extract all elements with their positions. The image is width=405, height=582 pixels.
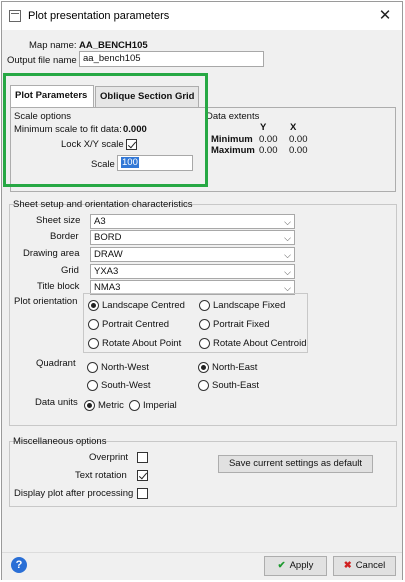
radio-imperial[interactable]: [129, 400, 140, 411]
title-bar: Plot presentation parameters ✕: [2, 2, 402, 30]
window-icon: [9, 10, 21, 22]
extents-min-label: Minimum: [211, 134, 253, 145]
cancel-button[interactable]: ✖ Cancel: [333, 556, 396, 576]
overprint-checkbox[interactable]: [137, 452, 148, 463]
grid-label: Grid: [61, 265, 79, 276]
save-default-button[interactable]: Save current settings as default: [218, 455, 373, 473]
footer-bar: ? ✔ Apply ✖ Cancel: [2, 552, 402, 580]
rotate-about-point-label: Rotate About Point: [102, 338, 182, 349]
grid-value: YXA3: [94, 266, 119, 277]
window-title: Plot presentation parameters: [28, 10, 170, 22]
grid-select[interactable]: YXA3 ⌵: [90, 264, 295, 279]
quadrant-label: Quadrant: [36, 358, 76, 369]
sheet-setup-title: Sheet setup and orientation characterist…: [13, 199, 193, 210]
output-file-label: Output file name: [7, 55, 77, 66]
sheet-size-label: Sheet size: [36, 215, 81, 226]
drawing-area-select[interactable]: DRAW ⌵: [90, 247, 295, 262]
overprint-label: Overprint: [89, 452, 129, 463]
extents-max-x: 0.00: [289, 145, 308, 156]
apply-label: Apply: [289, 560, 314, 571]
landscape-fixed-label: Landscape Fixed: [213, 300, 286, 311]
chevron-down-icon: ⌵: [284, 233, 291, 243]
border-label: Border: [50, 231, 79, 242]
highlight-box: [3, 73, 208, 187]
map-name-value: AA_BENCH105: [79, 40, 148, 51]
north-east-label: North-East: [212, 362, 258, 373]
extents-max-y: 0.00: [259, 145, 278, 156]
check-icon: ✔: [277, 560, 286, 571]
apply-button[interactable]: ✔ Apply: [264, 556, 327, 576]
radio-metric[interactable]: [84, 400, 95, 411]
extents-min-y: 0.00: [259, 134, 278, 145]
south-east-label: South-East: [212, 380, 259, 391]
sheet-size-value: A3: [94, 216, 106, 227]
help-icon[interactable]: ?: [11, 557, 27, 573]
imperial-label: Imperial: [143, 400, 177, 411]
portrait-fixed-label: Portrait Fixed: [213, 319, 270, 330]
radio-rotate-about-point[interactable]: [88, 338, 99, 349]
cancel-x-icon: ✖: [343, 560, 352, 571]
radio-rotate-about-centroid[interactable]: [199, 338, 210, 349]
close-button[interactable]: ✕: [375, 7, 395, 25]
title-block-value: NMA3: [94, 282, 121, 293]
chevron-down-icon: ⌵: [284, 217, 291, 227]
landscape-centred-label: Landscape Centred: [102, 300, 185, 311]
radio-portrait-centred[interactable]: [88, 319, 99, 330]
extents-col-x: X: [290, 122, 297, 133]
border-value: BORD: [94, 232, 122, 243]
plot-orientation-label: Plot orientation: [14, 296, 78, 307]
radio-landscape-fixed[interactable]: [199, 300, 210, 311]
map-name-label: Map name:: [29, 40, 77, 51]
portrait-centred-label: Portrait Centred: [102, 319, 170, 330]
misc-options-group: Miscellaneous options Overprint Text rot…: [9, 436, 397, 507]
data-extents-title: Data extents: [206, 111, 260, 122]
radio-north-east[interactable]: [198, 362, 209, 373]
extents-max-label: Maximum: [211, 145, 255, 156]
drawing-area-label: Drawing area: [23, 248, 80, 259]
radio-north-west[interactable]: [87, 362, 98, 373]
chevron-down-icon: ⌵: [284, 250, 291, 260]
north-west-label: North-West: [101, 362, 149, 373]
radio-south-west[interactable]: [87, 380, 98, 391]
chevron-down-icon: ⌵: [284, 267, 291, 277]
display-plot-label: Display plot after processing: [14, 488, 134, 499]
text-rotation-label: Text rotation: [75, 470, 127, 481]
extents-min-x: 0.00: [289, 134, 308, 145]
title-block-label: Title block: [37, 281, 80, 292]
drawing-area-value: DRAW: [94, 249, 123, 260]
data-units-label: Data units: [35, 397, 78, 408]
display-plot-checkbox[interactable]: [137, 488, 148, 499]
border-select[interactable]: BORD ⌵: [90, 230, 295, 245]
south-west-label: South-West: [101, 380, 151, 391]
misc-options-title: Miscellaneous options: [13, 436, 107, 447]
text-rotation-checkbox[interactable]: [137, 470, 148, 481]
extents-col-y: Y: [260, 122, 267, 133]
radio-portrait-fixed[interactable]: [199, 319, 210, 330]
sheet-size-select[interactable]: A3 ⌵: [90, 214, 295, 229]
output-file-input[interactable]: aa_bench105: [79, 51, 264, 67]
radio-south-east[interactable]: [198, 380, 209, 391]
metric-label: Metric: [98, 400, 124, 411]
sheet-setup-group: Sheet setup and orientation characterist…: [9, 199, 397, 426]
radio-landscape-centred[interactable]: [88, 300, 99, 311]
plot-orientation-box: Landscape Centred Landscape Fixed Portra…: [83, 293, 308, 353]
rotate-about-centroid-label: Rotate About Centroid: [213, 338, 307, 349]
cancel-label: Cancel: [355, 560, 386, 571]
